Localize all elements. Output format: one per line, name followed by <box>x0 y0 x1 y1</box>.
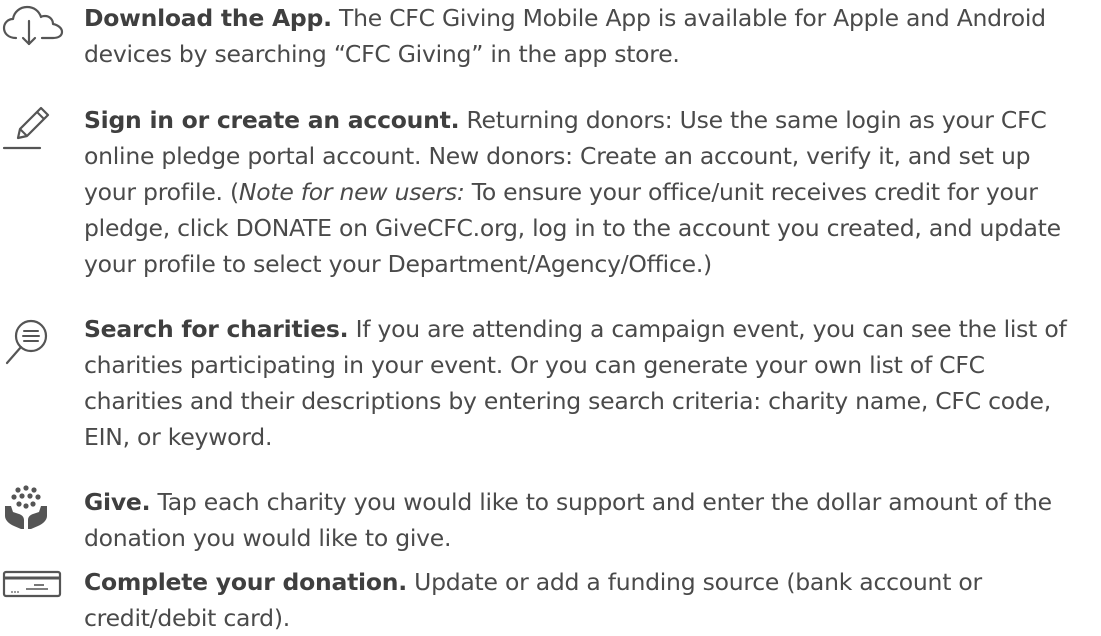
pencil-icon <box>0 104 66 150</box>
search-icon <box>0 319 66 365</box>
step-text: Download the App. The CFC Giving Mobile … <box>84 0 1089 72</box>
step-text: Complete your donation. Update or add a … <box>84 564 1089 636</box>
step-text: Search for charities. If you are attendi… <box>84 311 1089 455</box>
step-title: Search for charities. <box>84 315 349 343</box>
app-steps-list: Download the App. The CFC Giving Mobile … <box>0 0 1101 635</box>
step-text: Give. Tap each charity you would like to… <box>84 484 1089 556</box>
step-title: Complete your donation. <box>84 568 407 596</box>
step-title: Sign in or create an account. <box>84 106 460 134</box>
giving-hands-icon <box>0 484 66 530</box>
cloud-download-icon <box>0 2 66 48</box>
step-title: Give. <box>84 488 151 516</box>
step-body: Tap each charity you would like to suppo… <box>84 488 1052 552</box>
step-text: Sign in or create an account. Returning … <box>84 102 1089 282</box>
step-title: Download the App. <box>84 4 332 32</box>
credit-card-icon <box>0 570 66 616</box>
note-label: Note for new users: <box>238 178 465 206</box>
